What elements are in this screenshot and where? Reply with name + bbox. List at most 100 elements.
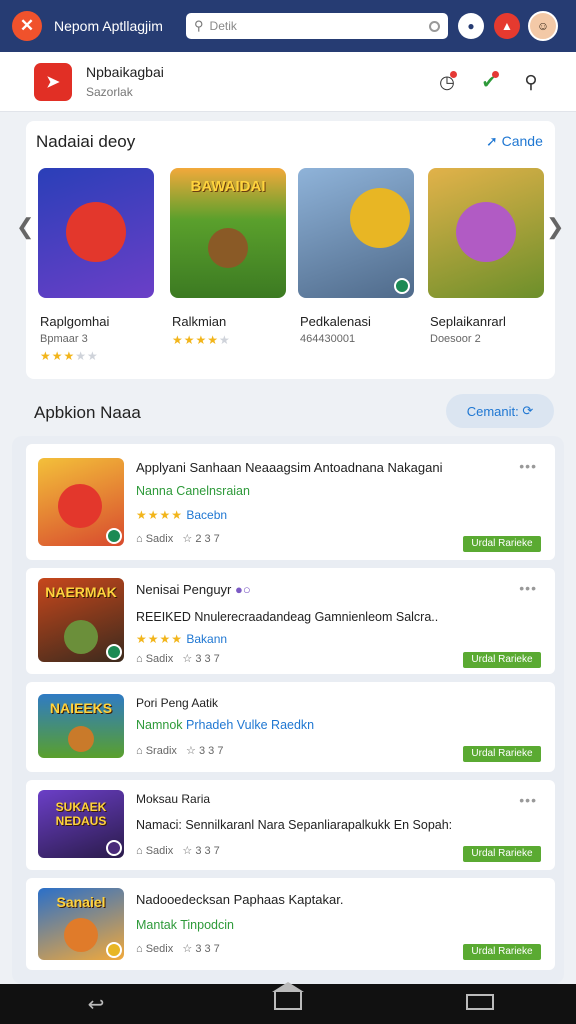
game-rating: ★★★★★ (40, 349, 99, 363)
see-all-link[interactable]: ➚ Cande (486, 133, 543, 150)
game-thumbnail (38, 168, 154, 298)
app-meta: ⌂ Sradix ☆ 3 3 7 (136, 745, 224, 757)
app-thumbnail: Sanaiel (38, 888, 124, 960)
list-item[interactable]: NAERMAK Nenisai Penguyr ●○ ••• REEIKED N… (26, 568, 555, 674)
search-box[interactable]: ⚲ Detik (186, 13, 448, 39)
game-character (456, 202, 516, 262)
status-badge: Urdal Rarieke (463, 652, 541, 668)
app-title: Moksau Raria (136, 792, 211, 806)
list-action-button[interactable]: Cemanit: ⟳ (446, 394, 554, 428)
game-meta: Bpmaar 3 (40, 333, 88, 345)
game-name: Seplaikanrarl (430, 314, 506, 329)
app-rating: ★★★★ Bakann (136, 632, 228, 646)
status-badge: Urdal Rarieke (463, 846, 541, 862)
more-icon[interactable]: ••• (519, 580, 537, 596)
rating-label: Bacebn (186, 508, 228, 522)
developer-header: ➤ Npbaikagbai Sazorlak ◷ ✔ ⚲ (0, 52, 576, 112)
status-badge: Urdal Rarieke (463, 536, 541, 552)
app-title: Nadooedecksan Paphaas Kaptakar. (136, 892, 344, 907)
app-thumbnail: SUKAEK NEDAUS (38, 790, 124, 858)
developer-name: Npbaikagbai (86, 64, 164, 80)
game-character (350, 188, 410, 248)
back-icon[interactable]: ↩ (66, 992, 126, 1017)
app-meta: ⌂ Sedix ☆ 3 3 7 (136, 943, 220, 955)
featured-game[interactable]: BAWAIDAI Ralkmian ★★★★★ (164, 168, 294, 372)
avatar[interactable]: ☺ (528, 11, 558, 41)
app-meta: ⌂ Sadix ☆ 2 3 7 (136, 533, 220, 545)
app-meta: ⌂ Sadix ☆ 3 3 7 (136, 845, 220, 857)
verified-icon (106, 644, 122, 660)
list-action-label: Cemanit: (466, 403, 519, 419)
search-input[interactable]: Detik (210, 19, 429, 33)
share-icon[interactable]: ✔ (478, 70, 500, 93)
game-rating: ★★★★★ (172, 333, 231, 347)
rating-label: Bakann (186, 632, 228, 646)
list-item[interactable]: NAIEEKS Pori Peng Aatik Namnok Prhadeh V… (26, 682, 555, 772)
status-badge: Urdal Rarieke (463, 944, 541, 960)
verified-icon (106, 840, 122, 856)
search-icon: ⚲ (194, 18, 204, 33)
app-subtitle: REEIKED Nnulerecraadandeag Gamnienleom S… (136, 610, 439, 624)
notification-icon[interactable]: ● (458, 13, 484, 39)
game-name: Raplgomhai (40, 314, 110, 329)
app-title: Pori Peng Aatik (136, 696, 219, 710)
app-character (64, 620, 98, 654)
app-thumb-title: SUKAEK NEDAUS (55, 800, 107, 828)
game-character (208, 228, 248, 268)
alert-icon[interactable]: ◷ (436, 70, 458, 93)
app-thumbnail: NAIEEKS (38, 694, 124, 758)
recents-button[interactable] (450, 993, 510, 1016)
app-thumb-title: NAIEEKS (49, 700, 113, 716)
app-subtitle: Mantak Tinpodcin (136, 918, 234, 932)
app-thumb-title: NAERMAK (45, 584, 117, 600)
list-item[interactable]: Applyani Sanhaan Neaaagsim Antoadnana Na… (26, 444, 555, 560)
list-title: Apbkion Naaa (34, 403, 141, 422)
more-icon[interactable]: ••• (519, 792, 537, 808)
app-subtitle: Namnok Prhadeh Vulke Raedkn (136, 718, 315, 732)
app-rating: ★★★★ Bacebn (136, 508, 228, 522)
voice-icon[interactable] (429, 20, 440, 32)
app-title: Nenisai Penguyr ●○ (136, 582, 251, 597)
app-thumbnail (38, 458, 124, 546)
list-item[interactable]: SUKAEK NEDAUS Moksau Raria ••• Namaci: S… (26, 780, 555, 870)
logo-glyph: ✕ (19, 16, 35, 35)
app-title: Applyani Sanhaan Neaaagsim Antoadnana Na… (136, 460, 443, 475)
featured-game[interactable]: Pedkalenasi 464430001 (292, 168, 422, 372)
developer-logo[interactable]: ➤ (34, 62, 72, 101)
app-character (58, 484, 102, 528)
list-item[interactable]: Sanaiel Nadooedecksan Paphaas Kaptakar. … (26, 878, 555, 970)
developer-subtitle: Sazorlak (86, 85, 133, 99)
app-character (68, 726, 94, 752)
app-title: Nepom Aptllagjim (54, 18, 163, 34)
game-thumbnail: BAWAIDAI (170, 168, 286, 298)
featured-title: Nadaiai deoy (36, 132, 136, 151)
game-name: Pedkalenasi (300, 314, 371, 329)
verified-icon (394, 278, 410, 294)
home-icon (272, 982, 304, 1010)
app-thumbnail: NAERMAK (38, 578, 124, 662)
store-icon[interactable]: ▲ (494, 13, 520, 39)
home-button[interactable] (258, 982, 318, 1016)
game-name: Ralkmian (172, 314, 227, 329)
system-nav-bar: ↩ (0, 982, 576, 1024)
sync-icon: ⟳ (522, 403, 534, 418)
game-thumb-title: BAWAIDAI (190, 178, 266, 195)
game-meta: Doesoor 2 (430, 333, 481, 345)
top-app-bar: ✕ Nepom Aptllagjim ⚲ Detik ● ▲ ☺ (0, 0, 576, 52)
verified-icon (106, 942, 122, 958)
account-icon[interactable]: ⚲ (520, 71, 542, 93)
status-badge: Urdal Rarieke (463, 746, 541, 762)
game-thumbnail (428, 168, 544, 298)
game-thumbnail (298, 168, 414, 298)
app-meta: ⌂ Sadix ☆ 3 3 7 (136, 653, 220, 665)
featured-game[interactable]: Raplgomhai Bpmaar 3 ★★★★★ (32, 168, 162, 372)
recents-icon (466, 993, 494, 1010)
app-thumb-title: Sanaiel (56, 894, 106, 910)
game-meta: 464430001 (300, 333, 356, 345)
more-icon[interactable]: ••• (519, 458, 537, 474)
featured-game[interactable]: Seplaikanrarl Doesoor 2 (422, 168, 552, 372)
app-subtitle: Nanna Canelnsraian (136, 484, 250, 498)
app-character (64, 918, 98, 952)
app-logo[interactable]: ✕ (12, 11, 42, 41)
game-character (66, 202, 126, 262)
